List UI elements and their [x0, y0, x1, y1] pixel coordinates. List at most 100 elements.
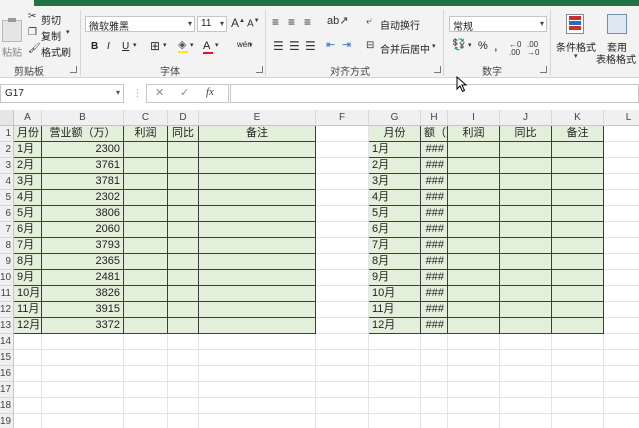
revenue-overflow-cell[interactable]: ###	[421, 270, 448, 286]
empty-cell[interactable]	[500, 270, 552, 286]
empty-cell[interactable]	[124, 222, 168, 238]
table-header-cell[interactable]: 额（万	[421, 126, 448, 142]
confirm-entry-button[interactable]: ✓	[180, 86, 189, 99]
row-header-9[interactable]: 9	[0, 254, 14, 270]
wrap-text-button[interactable]: 自动换行	[380, 17, 420, 32]
row-header-3[interactable]: 3	[0, 158, 14, 174]
border-dropdown-icon[interactable]: ▾	[163, 42, 167, 49]
decrease-decimal-icon[interactable]: .00 →0	[527, 41, 539, 57]
column-header-j[interactable]: J	[500, 110, 552, 126]
month-cell[interactable]: 10月	[14, 286, 42, 302]
revenue-overflow-cell[interactable]: ###	[421, 302, 448, 318]
formula-bar-grip-icon[interactable]: ⋮	[133, 88, 142, 99]
alignment-dialog-launcher[interactable]	[434, 66, 441, 73]
paste-icon[interactable]	[2, 18, 22, 42]
row-header-10[interactable]: 10	[0, 270, 14, 286]
empty-cell[interactable]	[500, 206, 552, 222]
empty-cell[interactable]	[552, 206, 604, 222]
revenue-cell[interactable]: 3793	[42, 238, 124, 254]
month-cell[interactable]: 11月	[14, 302, 42, 318]
font-color-button[interactable]: A	[203, 40, 213, 54]
empty-cell[interactable]	[168, 222, 199, 238]
empty-cell[interactable]	[124, 302, 168, 318]
empty-cell[interactable]	[168, 254, 199, 270]
font-size-select[interactable]: 11 ▾	[197, 16, 227, 32]
empty-cell[interactable]	[500, 158, 552, 174]
empty-cell[interactable]	[500, 174, 552, 190]
empty-cell[interactable]	[199, 318, 316, 334]
empty-cell[interactable]	[168, 238, 199, 254]
align-top-icon[interactable]: ≡	[272, 16, 279, 28]
empty-cell[interactable]	[552, 222, 604, 238]
row-header-13[interactable]: 13	[0, 318, 14, 334]
empty-cell[interactable]	[124, 174, 168, 190]
empty-cell[interactable]	[124, 238, 168, 254]
revenue-cell[interactable]: 2300	[42, 142, 124, 158]
font-name-select[interactable]: 微软雅黑 ▾	[85, 16, 195, 32]
empty-cell[interactable]	[552, 158, 604, 174]
align-left-icon[interactable]: ☰	[273, 40, 284, 52]
column-header-f[interactable]: F	[316, 110, 369, 126]
row-header-2[interactable]: 2	[0, 142, 14, 158]
align-right-icon[interactable]: ☰	[305, 40, 316, 52]
empty-cell[interactable]	[448, 318, 500, 334]
empty-cell[interactable]	[552, 286, 604, 302]
table-header-cell[interactable]: 备注	[552, 126, 604, 142]
underline-button[interactable]: U	[122, 41, 129, 52]
column-header-g[interactable]: G	[369, 110, 421, 126]
month-cell[interactable]: 12月	[14, 318, 42, 334]
empty-cell[interactable]	[500, 318, 552, 334]
select-all-corner[interactable]	[0, 110, 14, 126]
formula-input[interactable]	[230, 84, 639, 103]
empty-cell[interactable]	[448, 238, 500, 254]
revenue-cell[interactable]: 2481	[42, 270, 124, 286]
revenue-cell[interactable]: 3826	[42, 286, 124, 302]
conditional-format-button[interactable]: 条件格式	[556, 39, 596, 54]
empty-cell[interactable]	[448, 174, 500, 190]
revenue-cell[interactable]: 3915	[42, 302, 124, 318]
empty-cell[interactable]	[168, 158, 199, 174]
empty-cell[interactable]	[448, 254, 500, 270]
column-header-l[interactable]: L	[604, 110, 639, 126]
revenue-cell[interactable]: 2060	[42, 222, 124, 238]
revenue-cell[interactable]: 3372	[42, 318, 124, 334]
month-cell[interactable]: 4月	[14, 190, 42, 206]
revenue-overflow-cell[interactable]: ###	[421, 142, 448, 158]
empty-cell[interactable]	[500, 190, 552, 206]
row-header-1[interactable]: 1	[0, 126, 14, 142]
clipboard-dialog-launcher[interactable]	[70, 66, 77, 73]
empty-cell[interactable]	[448, 222, 500, 238]
empty-cell[interactable]	[448, 270, 500, 286]
month-cell[interactable]: 7月	[14, 238, 42, 254]
accounting-format-icon[interactable]: 💱	[452, 40, 466, 51]
empty-cell[interactable]	[500, 286, 552, 302]
table-format-button-line2[interactable]: 表格格式	[596, 51, 636, 66]
month-cell[interactable]: 10月	[369, 286, 421, 302]
empty-cell[interactable]	[199, 222, 316, 238]
increase-decimal-icon[interactable]: ←0.00	[509, 41, 521, 57]
empty-cell[interactable]	[448, 158, 500, 174]
empty-cell[interactable]	[552, 174, 604, 190]
month-cell[interactable]: 5月	[369, 206, 421, 222]
empty-cell[interactable]	[500, 302, 552, 318]
empty-cell[interactable]	[199, 302, 316, 318]
decrease-indent-icon[interactable]: ⇤	[326, 40, 335, 51]
row-header-11[interactable]: 11	[0, 286, 14, 302]
font-color-dropdown-icon[interactable]: ▾	[215, 42, 219, 49]
row-header-18[interactable]: 18	[0, 398, 14, 414]
revenue-overflow-cell[interactable]: ###	[421, 222, 448, 238]
month-cell[interactable]: 6月	[14, 222, 42, 238]
empty-cell[interactable]	[448, 190, 500, 206]
table-header-cell[interactable]: 月份	[14, 126, 42, 142]
column-header-d[interactable]: D	[168, 110, 199, 126]
empty-cell[interactable]	[124, 270, 168, 286]
column-header-i[interactable]: I	[448, 110, 500, 126]
insert-function-button[interactable]: fx	[206, 86, 214, 98]
format-painter-button[interactable]: 格式刷	[41, 44, 71, 59]
underline-dropdown-icon[interactable]: ▾	[133, 42, 137, 49]
percent-button[interactable]: %	[478, 40, 488, 52]
worksheet-grid[interactable]: A B C D E F G H I J K L 1 2 3 4 5 6 7 8 9 10 11 12 13 14 15 16 17 18 1…	[0, 110, 639, 428]
row-header-5[interactable]: 5	[0, 190, 14, 206]
empty-cell[interactable]	[448, 286, 500, 302]
revenue-overflow-cell[interactable]: ###	[421, 254, 448, 270]
